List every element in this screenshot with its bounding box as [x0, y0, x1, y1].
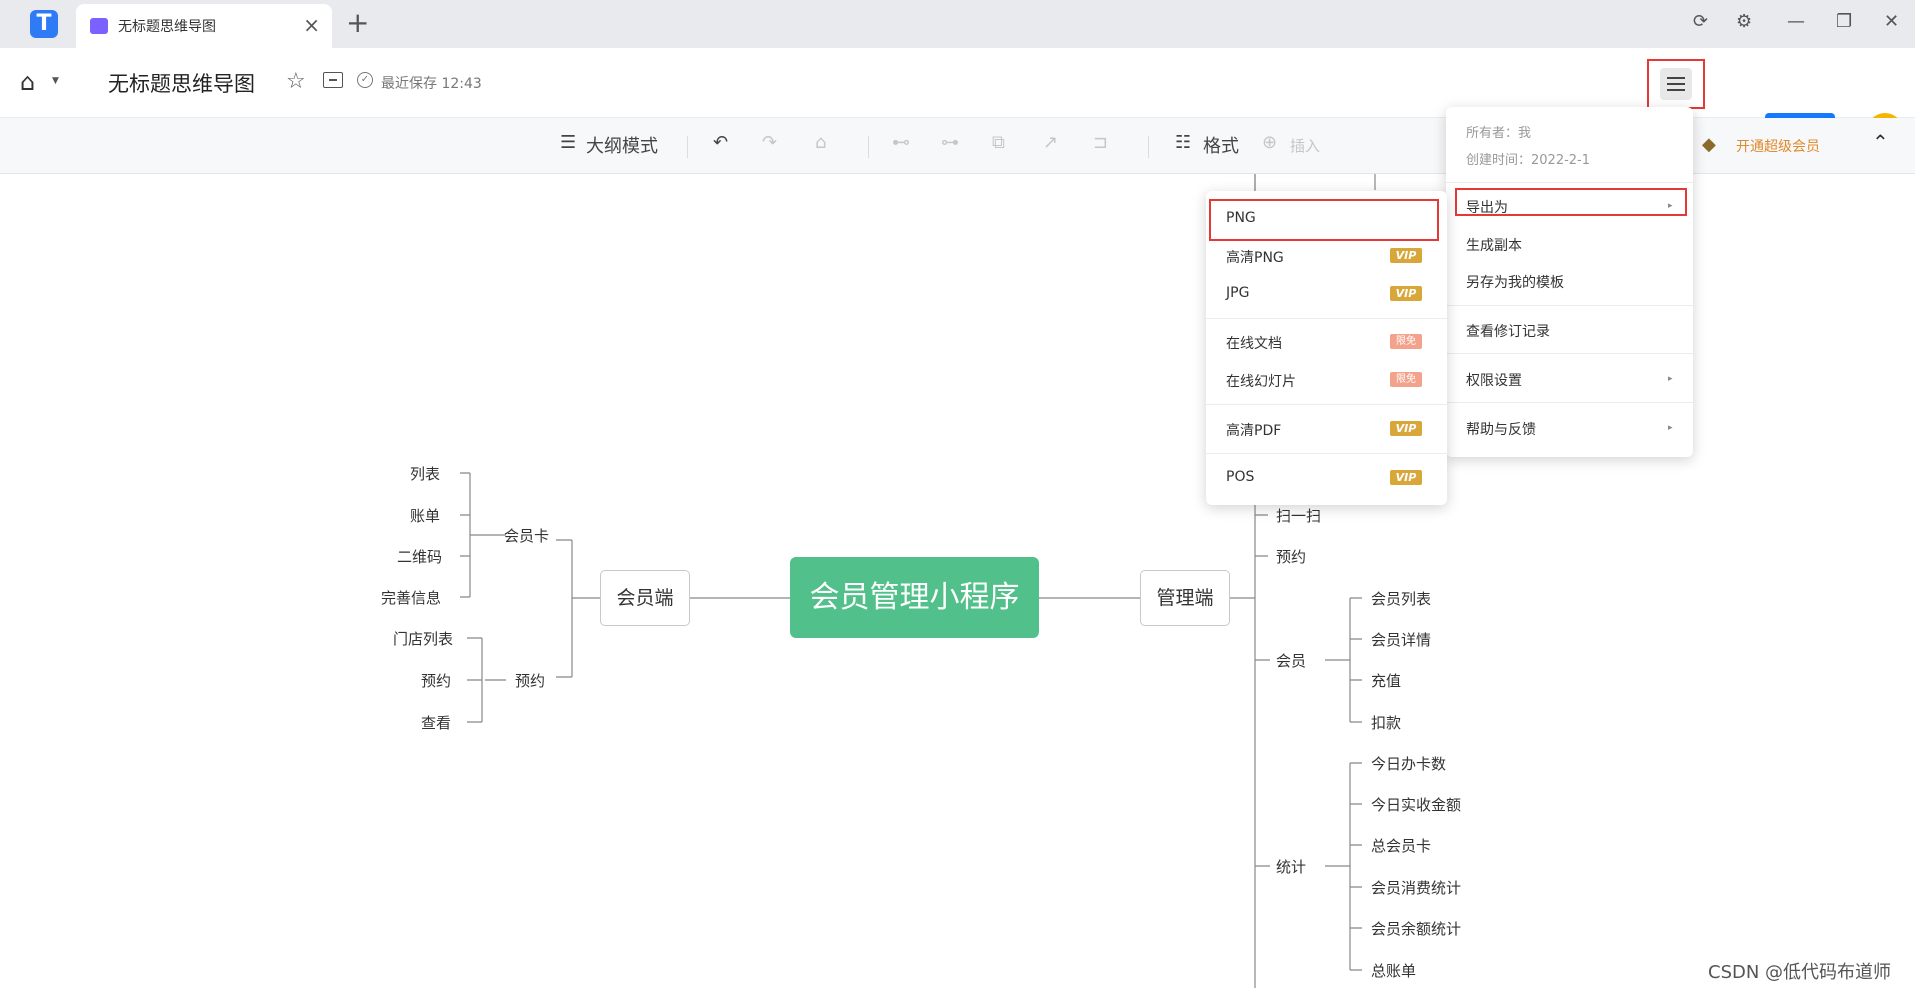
png-highlight: [1209, 199, 1439, 241]
topic-leaf[interactable]: 充值: [1371, 670, 1401, 691]
vip-badge: VIP: [1390, 421, 1422, 436]
menu-divider: [1446, 402, 1693, 403]
created-time: 创建时间：2022-2-1: [1466, 153, 1591, 168]
topic-leaf[interactable]: 扣款: [1371, 712, 1401, 733]
export-hd-png[interactable]: 高清PNG: [1226, 247, 1284, 267]
topic-leaf[interactable]: 会员详情: [1371, 629, 1431, 650]
topic-booking[interactable]: 预约: [515, 670, 545, 691]
menu-divider: [1446, 305, 1693, 306]
topic-leaf[interactable]: 门店列表: [393, 628, 453, 649]
menu-divider: [1206, 453, 1447, 454]
topic-leaf[interactable]: 总会员卡: [1371, 835, 1431, 856]
menu-item-revision-history[interactable]: 查看修订记录: [1466, 321, 1550, 341]
menu-item-permissions[interactable]: 权限设置: [1466, 370, 1522, 390]
export-online-doc[interactable]: 在线文档: [1226, 333, 1282, 353]
export-jpg[interactable]: JPG: [1226, 285, 1249, 301]
free-badge: 限免: [1390, 372, 1422, 387]
menu-item-save-template[interactable]: 另存为我的模板: [1466, 272, 1564, 292]
free-badge: 限免: [1390, 334, 1422, 349]
menu-divider: [1206, 318, 1447, 319]
menu-divider: [1446, 353, 1693, 354]
menu-divider: [1206, 404, 1447, 405]
submenu-arrow-icon: ▸: [1668, 374, 1673, 384]
menu-divider: [1446, 182, 1693, 183]
export-online-slides[interactable]: 在线幻灯片: [1226, 371, 1296, 391]
root-topic[interactable]: 会员管理小程序: [790, 557, 1039, 638]
topic-leaf[interactable]: 会员消费统计: [1371, 877, 1461, 898]
topic-leaf[interactable]: 列表: [410, 463, 440, 484]
topic-leaf[interactable]: 今日实收金额: [1371, 794, 1461, 815]
submenu-arrow-icon: ▸: [1668, 423, 1673, 433]
vip-badge: VIP: [1390, 248, 1422, 263]
export-hd-pdf[interactable]: 高清PDF: [1226, 420, 1281, 440]
topic-leaf[interactable]: 预约: [421, 670, 451, 691]
menu-item-duplicate[interactable]: 生成副本: [1466, 235, 1522, 255]
topic-leaf[interactable]: 二维码: [397, 546, 442, 567]
topic-member-side[interactable]: 会员端: [600, 570, 690, 626]
topic-leaf[interactable]: 账单: [410, 505, 440, 526]
topic-leaf[interactable]: 今日办卡数: [1371, 753, 1446, 774]
topic-admin-side[interactable]: 管理端: [1140, 570, 1230, 626]
topic-leaf[interactable]: 完善信息: [381, 587, 441, 608]
topic-leaf[interactable]: 查看: [421, 712, 451, 733]
export-highlight: [1455, 188, 1687, 216]
owner-info: 所有者：我: [1466, 126, 1532, 141]
watermark: CSDN @低代码布道师: [1708, 962, 1892, 983]
main-menu: 所有者：我 创建时间：2022-2-1 导出为 ▸ 生成副本 另存为我的模板 查…: [1446, 107, 1693, 457]
topic-booking-admin[interactable]: 预约: [1276, 546, 1306, 567]
vip-badge: VIP: [1390, 286, 1422, 301]
topic-member-card[interactable]: 会员卡: [504, 525, 549, 546]
topic-leaf[interactable]: 会员余额统计: [1371, 918, 1461, 939]
topic-scan[interactable]: 扫一扫: [1276, 505, 1321, 526]
topic-stats[interactable]: 统计: [1276, 856, 1306, 877]
menu-item-help[interactable]: 帮助与反馈: [1466, 419, 1536, 439]
topic-leaf[interactable]: 总账单: [1371, 960, 1416, 981]
topic-leaf[interactable]: 会员列表: [1371, 588, 1431, 609]
vip-badge: VIP: [1390, 470, 1422, 485]
export-pos[interactable]: POS: [1226, 469, 1254, 485]
topic-member[interactable]: 会员: [1276, 650, 1306, 671]
